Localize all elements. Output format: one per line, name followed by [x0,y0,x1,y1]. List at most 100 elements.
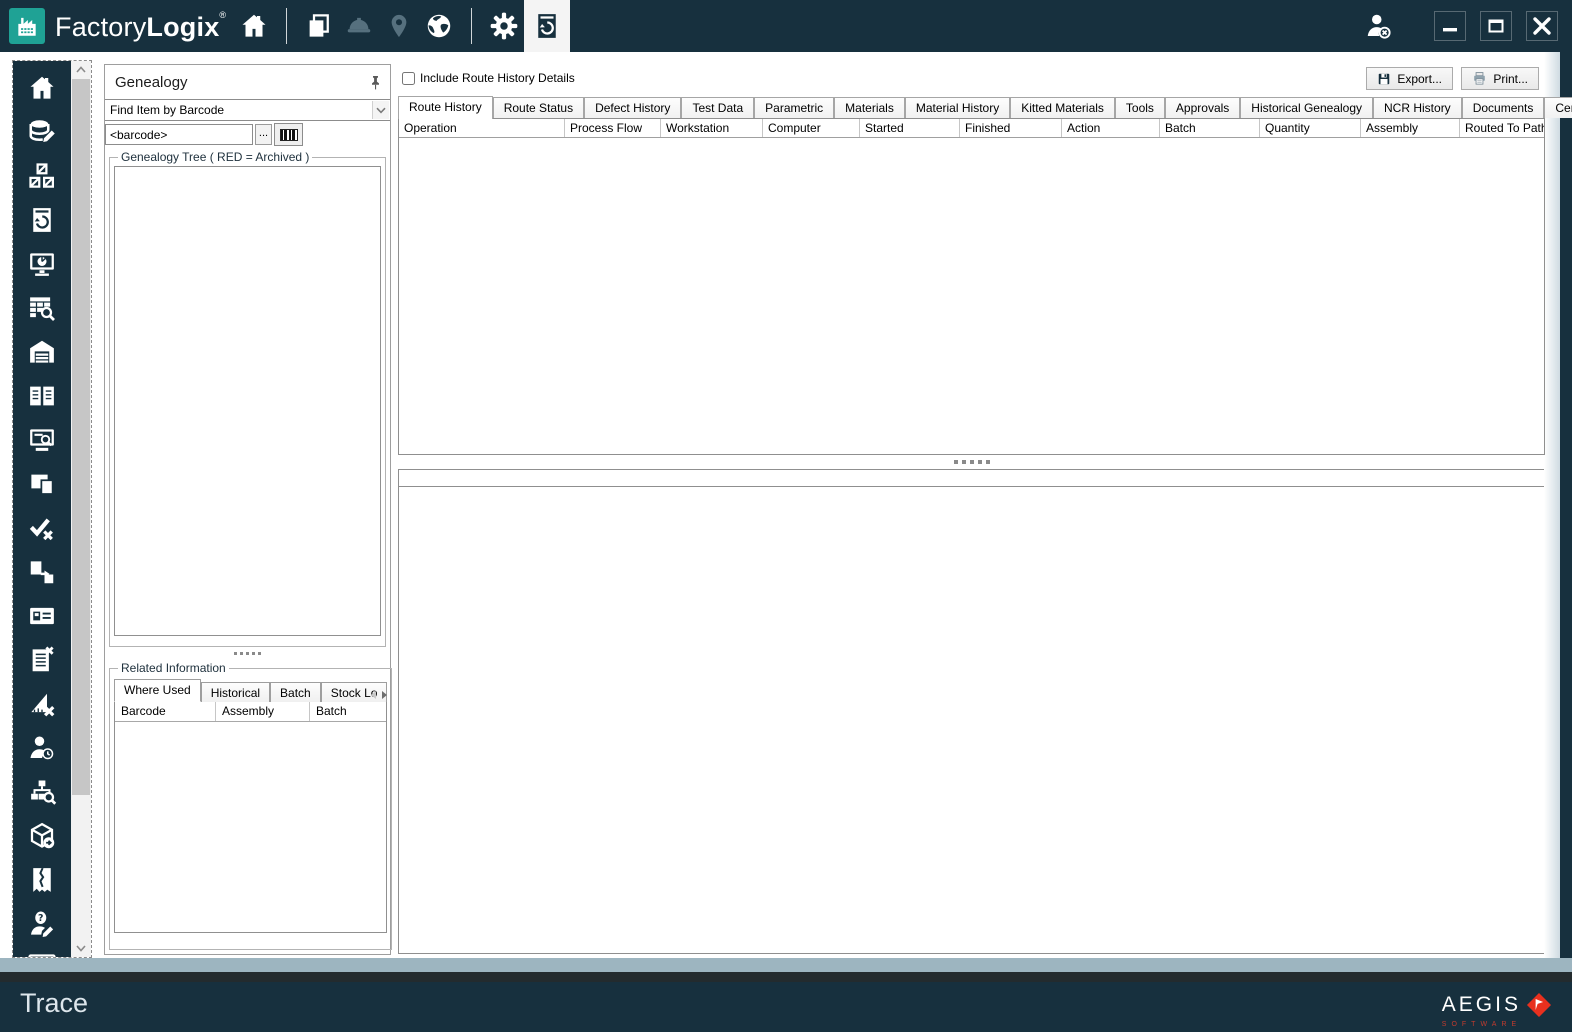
aegis-logo-subtext: SOFTWARE [1441,1021,1522,1028]
sidebar-item-product-blocks[interactable] [25,159,59,193]
tab-where-used[interactable]: Where Used [114,679,201,702]
sidebar-item-data-edit[interactable] [25,115,59,149]
include-route-history-details-checkbox[interactable] [402,71,415,85]
route-history-grid[interactable]: Operation Process Flow Workstation Compu… [398,118,1545,455]
user-logout-icon[interactable] [1358,0,1398,52]
tab-route-status[interactable]: Route Status [492,97,585,118]
tab-route-history[interactable]: Route History [398,96,493,119]
maximize-button[interactable] [1480,11,1512,41]
globe-icon[interactable] [419,0,459,52]
sidebar-item-list-x[interactable] [25,643,59,677]
tab-ncr-history[interactable]: NCR History [1373,97,1462,118]
genealogy-tree-area[interactable] [114,166,381,636]
main-splitter[interactable] [398,455,1545,469]
tab-test-data[interactable]: Test Data [681,97,755,118]
app-title: FactoryLogix® [55,9,227,42]
column-header-batch[interactable]: Batch [1160,119,1260,137]
related-tab-strip: Where Used Historical Batch Stock Lo [114,679,387,702]
location-pin-icon [379,0,419,52]
sidebar-item-device-panel[interactable] [25,951,59,957]
aegis-diamond-icon [1526,992,1552,1018]
tab-scroll-left-icon[interactable] [370,691,376,699]
tab-tools[interactable]: Tools [1114,97,1165,118]
sidebar-item-trace-book[interactable] [25,203,59,237]
related-grid[interactable]: Barcode Assembly Batch [114,701,387,933]
sidebar-item-dashboard-monitor[interactable] [25,247,59,281]
hardhat-icon [339,0,379,52]
sidebar-item-open-book[interactable] [25,379,59,413]
column-header-quantity[interactable]: Quantity [1260,119,1361,137]
tab-certifications[interactable]: Certifications [1544,97,1572,118]
find-mode-dropdown[interactable]: Find Item by Barcode [105,99,390,121]
column-header-computer[interactable]: Computer [763,119,860,137]
titlebar-divider [471,8,473,44]
scroll-down-icon[interactable] [71,940,91,957]
sidebar-item-ruler-x[interactable] [25,687,59,721]
browse-button[interactable]: ... [255,124,272,145]
window-edge [1560,52,1572,958]
titlebar: FactoryLogix® [0,0,1572,52]
scroll-up-icon[interactable] [71,61,91,78]
home-icon[interactable] [234,0,274,52]
sidebar-item-torn-label[interactable] [25,863,59,897]
sidebar-item-home[interactable] [25,71,59,105]
tab-documents[interactable]: Documents [1461,97,1545,118]
column-header-operation[interactable]: Operation [399,119,565,137]
sidebar-item-person-clock[interactable] [25,731,59,765]
tab-materials[interactable]: Materials [834,97,905,118]
bottom-strip-light [0,958,1572,972]
genealogy-panel: Genealogy Find Item by Barcode ... Genea… [104,64,392,955]
sidebar-item-hierarchy-search[interactable] [25,775,59,809]
barcode-scan-button[interactable] [274,123,303,146]
column-header-barcode[interactable]: Barcode [115,702,216,721]
sidebar-item-page-transfer[interactable] [25,555,59,589]
genealogy-tree-label: Genealogy Tree ( RED = Archived ) [121,150,310,164]
column-header-assembly[interactable]: Assembly [216,702,310,721]
sidebar-item-windows-pages[interactable] [25,467,59,501]
barcode-icon [279,128,298,141]
sidebar-item-id-card[interactable] [25,599,59,633]
sidebar-scrollbar[interactable] [71,61,91,957]
print-button[interactable]: Print... [1461,67,1539,90]
detail-panel[interactable] [398,487,1545,954]
column-header-started[interactable]: Started [860,119,960,137]
tab-defect-history[interactable]: Defect History [584,97,682,118]
tab-historical[interactable]: Historical [200,682,271,702]
route-history-panel: Include Route History Details Export... … [398,64,1572,955]
tab-kitted-materials[interactable]: Kitted Materials [1010,97,1115,118]
close-button[interactable] [1526,11,1558,41]
sidebar-item-warehouse[interactable] [25,335,59,369]
genealogy-splitter[interactable] [105,647,390,659]
export-button[interactable]: Export... [1366,67,1453,90]
sidebar-item-cube-arrow[interactable] [25,819,59,853]
sidebar-item-person-question-edit[interactable]: ? [25,907,59,941]
settings-gear-icon[interactable] [484,0,524,52]
factory-logo-icon [9,8,45,44]
column-header-routed-to-pathway[interactable]: Routed To Pathway [1460,119,1544,137]
minimize-button[interactable] [1434,11,1466,41]
tab-scroll-right-icon[interactable] [381,691,387,699]
tab-parametric[interactable]: Parametric [754,97,835,118]
tab-batch[interactable]: Batch [270,682,321,702]
documents-icon[interactable] [299,0,339,52]
detail-header-strip [398,469,1545,487]
barcode-input[interactable] [105,124,253,145]
pin-icon[interactable] [369,75,382,90]
column-header-process-flow[interactable]: Process Flow [565,119,661,137]
column-header-finished[interactable]: Finished [960,119,1062,137]
scrollbar-thumb[interactable] [72,79,90,795]
trace-active-tool[interactable] [524,0,571,52]
sidebar-item-table-search[interactable] [25,291,59,325]
column-header-assembly[interactable]: Assembly [1361,119,1460,137]
tab-historical-genealogy[interactable]: Historical Genealogy [1240,97,1374,118]
column-header-workstation[interactable]: Workstation [661,119,763,137]
sidebar-item-monitor-search[interactable] [25,423,59,457]
find-mode-value: Find Item by Barcode [110,103,225,117]
sidebar: ? [12,60,92,958]
tab-approvals[interactable]: Approvals [1164,97,1241,118]
sidebar-item-check-x[interactable] [25,511,59,545]
column-header-action[interactable]: Action [1062,119,1160,137]
trace-window: FactoryLogix® ? Genealogy Find Item by B… [0,0,1572,1032]
tab-material-history[interactable]: Material History [904,97,1011,118]
column-header-batch[interactable]: Batch [310,702,386,721]
